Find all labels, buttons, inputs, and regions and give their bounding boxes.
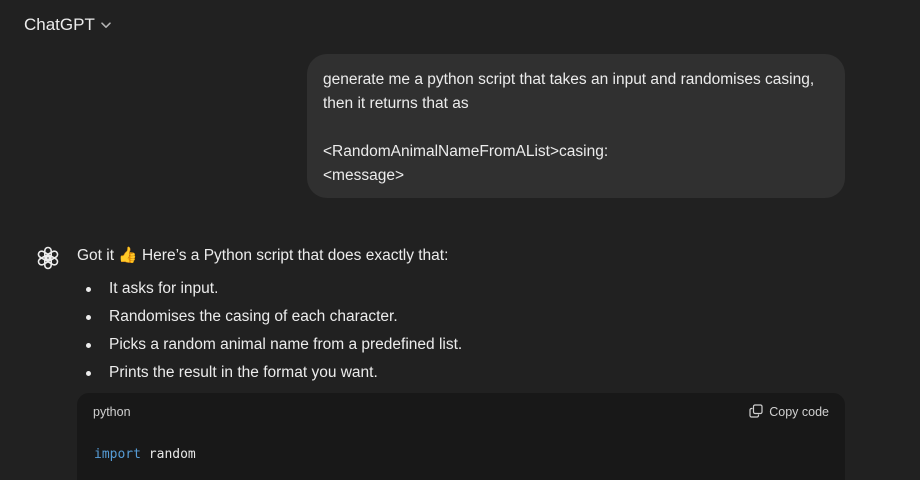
copy-code-label: Copy code bbox=[769, 405, 829, 419]
user-message-line: <RandomAnimalNameFromAList>casing: bbox=[323, 143, 609, 160]
code-keyword: import bbox=[94, 447, 141, 462]
code-block: python Copy code import random bbox=[77, 393, 845, 480]
bullet-dot bbox=[86, 287, 91, 292]
chevron-down-icon bbox=[101, 22, 111, 29]
bullet-dot bbox=[86, 315, 91, 320]
list-item-text: It asks for input. bbox=[109, 280, 219, 297]
user-message-line: generate me a python script that takes a… bbox=[323, 71, 815, 88]
user-message-line: <message> bbox=[323, 167, 404, 184]
code-content: import random bbox=[77, 431, 845, 479]
chat-window: ChatGPT generate me a python script that… bbox=[0, 0, 920, 480]
list-item: It asks for input. bbox=[77, 275, 847, 303]
model-switcher[interactable]: ChatGPT bbox=[16, 10, 119, 40]
list-item: Randomises the casing of each character. bbox=[77, 303, 847, 331]
code-identifier: random bbox=[148, 447, 196, 462]
bullet-list: It asks for input. Randomises the casing… bbox=[77, 275, 847, 387]
openai-logo-icon bbox=[34, 244, 62, 272]
copy-icon bbox=[749, 403, 763, 421]
assistant-message: Got it 👍 Here’s a Python script that doe… bbox=[77, 244, 847, 387]
user-message-bubble: generate me a python script that takes a… bbox=[307, 54, 845, 198]
list-item-text: Picks a random animal name from a predef… bbox=[109, 336, 463, 353]
thumbs-up-emoji: 👍 bbox=[118, 247, 138, 264]
user-message-line: then it returns that as bbox=[323, 95, 469, 112]
code-block-header: python Copy code bbox=[77, 393, 845, 431]
list-item-text: Randomises the casing of each character. bbox=[109, 308, 398, 325]
intro-text: Here’s a Python script that does exactly… bbox=[137, 247, 449, 264]
model-name: ChatGPT bbox=[24, 15, 95, 34]
copy-code-button[interactable]: Copy code bbox=[749, 403, 829, 421]
list-item-text: Prints the result in the format you want… bbox=[109, 364, 378, 381]
assistant-intro: Got it 👍 Here’s a Python script that doe… bbox=[77, 244, 847, 268]
intro-text: Got it bbox=[77, 247, 119, 264]
list-item: Prints the result in the format you want… bbox=[77, 359, 847, 387]
bullet-dot bbox=[86, 343, 91, 348]
user-message-blank-line bbox=[323, 116, 829, 140]
code-language-label: python bbox=[93, 405, 131, 419]
bullet-dot bbox=[86, 371, 91, 376]
list-item: Picks a random animal name from a predef… bbox=[77, 331, 847, 359]
